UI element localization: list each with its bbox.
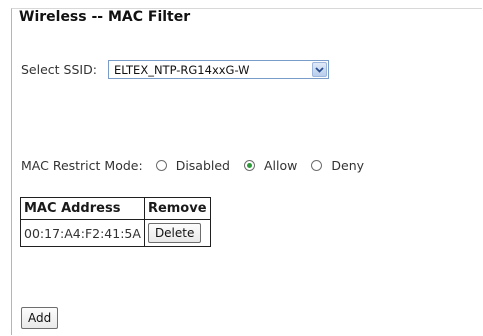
- radio-deny[interactable]: Deny: [311, 158, 364, 173]
- mac-table: MAC Address Remove 00:17:A4:F2:41:5A Del…: [20, 197, 211, 247]
- mac-address-cell: 00:17:A4:F2:41:5A: [20, 219, 145, 247]
- add-button[interactable]: Add: [21, 307, 59, 329]
- remove-cell: Delete: [143, 219, 211, 247]
- radio-allow-label: Allow: [264, 158, 298, 173]
- header-mac-address: MAC Address: [20, 197, 145, 220]
- radio-deny-label: Deny: [331, 158, 365, 173]
- page-title: Wireless -- MAC Filter: [19, 9, 191, 25]
- radio-disabled[interactable]: Disabled: [155, 158, 230, 173]
- table-header-row: MAC Address Remove: [20, 197, 211, 220]
- ssid-select[interactable]: ELTEX_NTP-RG14xxG-W: [107, 60, 329, 79]
- chevron-down-icon[interactable]: [311, 62, 327, 77]
- header-remove: Remove: [143, 197, 211, 220]
- radio-allow-circle[interactable]: [244, 160, 255, 171]
- radio-allow[interactable]: Allow: [244, 158, 297, 173]
- radio-disabled-circle[interactable]: [155, 160, 167, 171]
- table-row: 00:17:A4:F2:41:5A Delete: [20, 219, 211, 247]
- radio-deny-circle[interactable]: [311, 160, 323, 171]
- delete-button[interactable]: Delete: [147, 223, 202, 243]
- restrict-mode-row: MAC Restrict Mode: Disabled Allow Deny: [21, 158, 364, 173]
- ssid-row: Select SSID: ELTEX_NTP-RG14xxG-W: [21, 60, 329, 79]
- ssid-label: Select SSID:: [21, 62, 97, 77]
- radio-disabled-label: Disabled: [175, 158, 230, 173]
- ssid-selected-value: ELTEX_NTP-RG14xxG-W: [113, 62, 250, 77]
- restrict-mode-label: MAC Restrict Mode:: [21, 158, 143, 173]
